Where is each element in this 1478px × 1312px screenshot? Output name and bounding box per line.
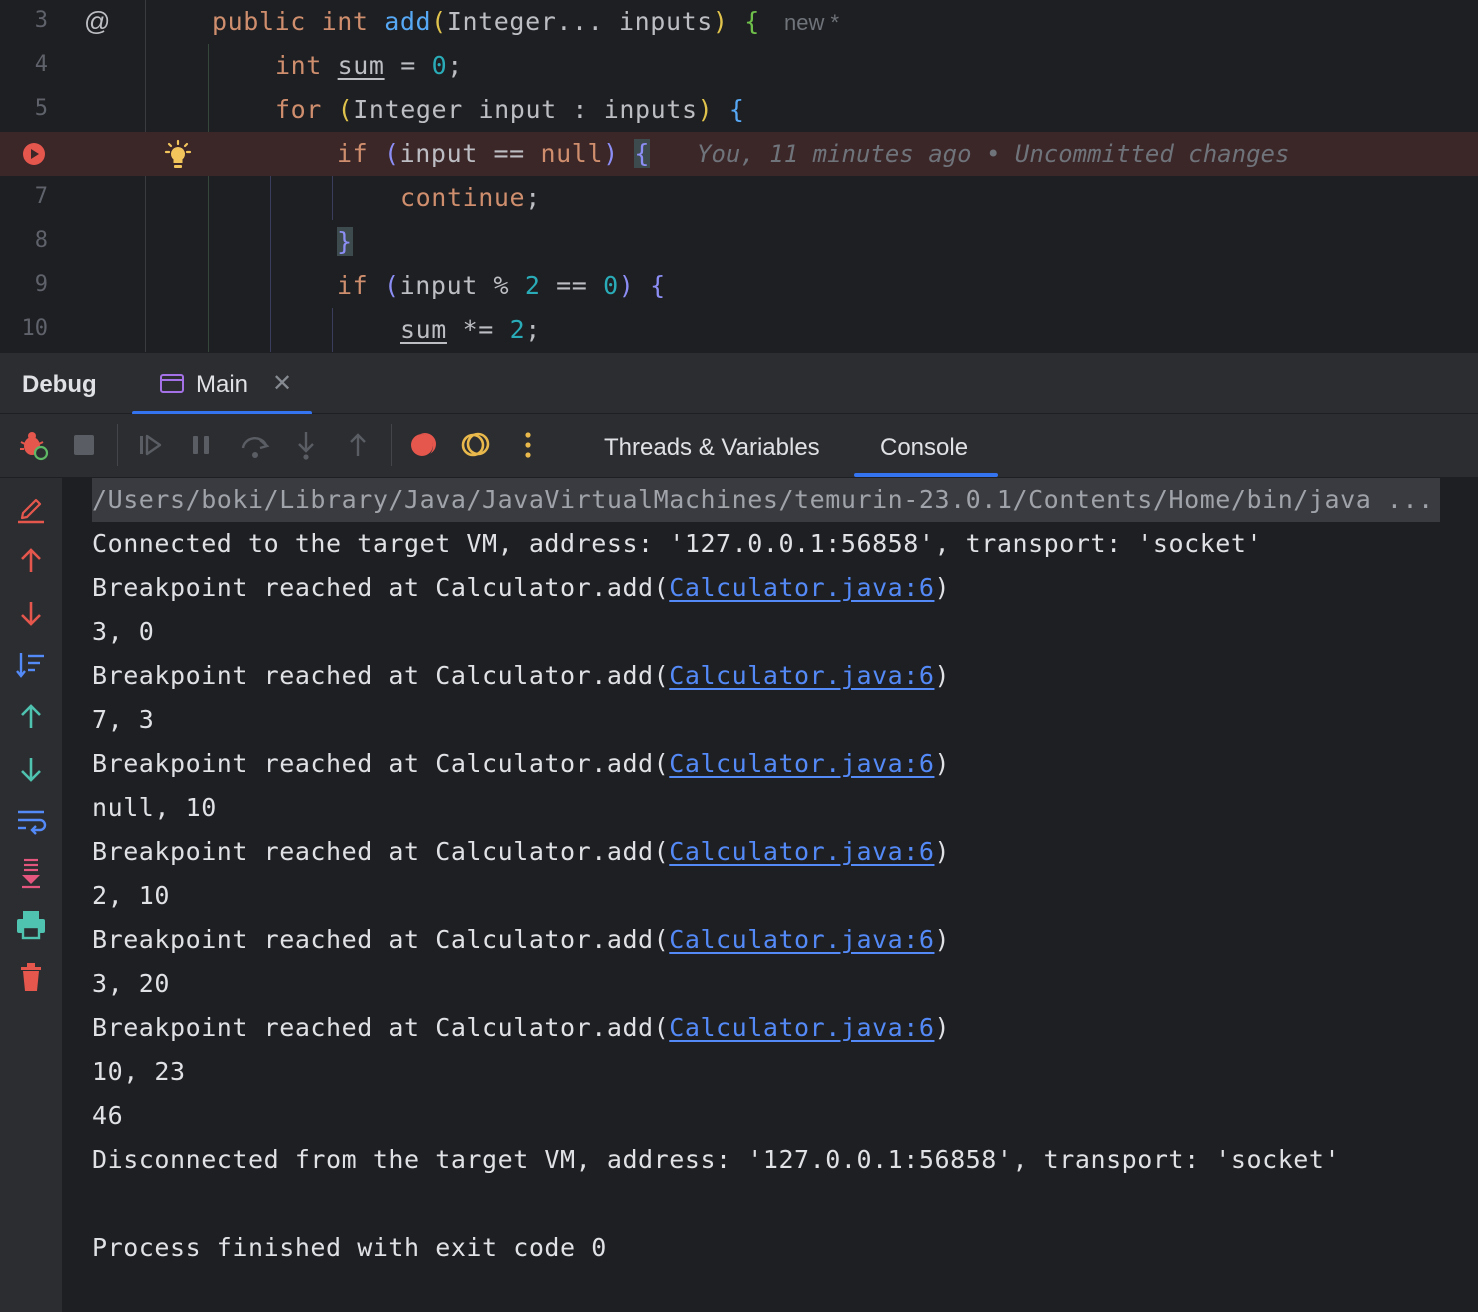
code-line[interactable]: 7 continue;	[0, 176, 1478, 220]
code-line[interactable]: 4 int sum = 0;	[0, 44, 1478, 88]
console-line: Breakpoint reached at Calculator.add(Cal…	[92, 573, 951, 602]
step-into-icon[interactable]	[289, 428, 323, 462]
console-line: 46	[92, 1101, 124, 1130]
line-number: 3	[34, 8, 48, 33]
sort-icon[interactable]	[14, 648, 48, 682]
code-text: if (input == null) {	[337, 139, 651, 168]
soft-wrap-icon[interactable]	[14, 804, 48, 838]
lightbulb-icon[interactable]	[163, 139, 193, 171]
arrow-down-icon[interactable]	[14, 596, 48, 630]
line-number: 4	[34, 52, 48, 77]
console-line: Connected to the target VM, address: '12…	[92, 529, 1263, 558]
tab-console[interactable]: Console	[880, 434, 968, 462]
line-number: 8	[34, 228, 48, 253]
tab-threads-variables[interactable]: Threads & Variables	[604, 434, 820, 462]
code-line[interactable]: 8 }	[0, 220, 1478, 264]
console-line: Breakpoint reached at Calculator.add(Cal…	[92, 1013, 951, 1042]
toolbar-separator	[391, 424, 392, 466]
console-output[interactable]: /Users/boki/Library/Java/JavaVirtualMach…	[62, 478, 1478, 1312]
code-editor[interactable]: 3 @ public int add(Integer... inputs) { …	[0, 0, 1478, 352]
rerun-debug-icon[interactable]	[16, 428, 50, 462]
clear-all-icon[interactable]	[14, 492, 48, 526]
arrow-up-icon[interactable]	[14, 544, 48, 578]
source-link[interactable]: Calculator.java:6	[669, 1013, 934, 1042]
source-link[interactable]: Calculator.java:6	[669, 837, 934, 866]
source-link[interactable]: Calculator.java:6	[669, 573, 934, 602]
debug-tool-window-header: Debug Main ✕	[0, 352, 1478, 415]
code-text: if (input % 2 == 0) {	[337, 271, 666, 300]
console-line: null, 10	[92, 793, 217, 822]
console-line: 2, 10	[92, 881, 171, 910]
author-hint[interactable]: new *	[784, 10, 839, 36]
pause-icon[interactable]	[184, 428, 218, 462]
console-command-line[interactable]: /Users/boki/Library/Java/JavaVirtualMach…	[92, 478, 1440, 522]
trash-icon[interactable]	[14, 960, 48, 994]
view-breakpoints-icon[interactable]	[407, 428, 441, 462]
breakpoint-icon[interactable]	[23, 143, 45, 165]
console-side-toolbar	[0, 478, 62, 1312]
console-line: 7, 3	[92, 705, 155, 734]
console-line: Process finished with exit code 0	[92, 1233, 607, 1262]
debug-title: Debug	[22, 371, 97, 398]
console-line: Breakpoint reached at Calculator.add(Cal…	[92, 661, 951, 690]
source-link[interactable]: Calculator.java:6	[669, 661, 934, 690]
code-line[interactable]: 3 @ public int add(Integer... inputs) { …	[0, 0, 1478, 44]
close-icon[interactable]: ✕	[272, 369, 292, 398]
mute-breakpoints-icon[interactable]	[459, 428, 493, 462]
code-line[interactable]: 9 if (input % 2 == 0) {	[0, 264, 1478, 308]
code-line[interactable]: 5 for (Integer input : inputs) {	[0, 88, 1478, 132]
console-line: 3, 20	[92, 969, 171, 998]
console-line: 3, 0	[92, 617, 155, 646]
print-icon[interactable]	[14, 908, 48, 942]
debug-toolbar: Threads & Variables Console	[0, 414, 1478, 478]
toolbar-separator	[117, 424, 118, 466]
run-config-tab-label: Main	[196, 371, 249, 398]
code-line[interactable]: 10 sum *= 2;	[0, 308, 1478, 352]
step-out-icon[interactable]	[341, 428, 375, 462]
console-line: Breakpoint reached at Calculator.add(Cal…	[92, 837, 951, 866]
run-config-tab-main[interactable]: Main ✕	[132, 353, 312, 415]
console-line: Breakpoint reached at Calculator.add(Cal…	[92, 925, 951, 954]
resume-icon[interactable]	[133, 428, 167, 462]
code-text: public int add(Integer... inputs) {	[212, 7, 760, 36]
console-line: 10, 23	[92, 1057, 186, 1086]
line-number: 9	[34, 272, 48, 297]
scroll-to-end-icon[interactable]	[14, 856, 48, 890]
more-icon[interactable]	[511, 428, 545, 462]
step-over-icon[interactable]	[238, 428, 272, 462]
console-line: Disconnected from the target VM, address…	[92, 1145, 1341, 1174]
code-text: int sum = 0;	[275, 51, 463, 80]
scroll-down-icon[interactable]	[14, 752, 48, 786]
scroll-up-icon[interactable]	[14, 700, 48, 734]
stop-icon[interactable]	[67, 428, 101, 462]
code-text: }	[337, 227, 353, 256]
line-number: 5	[34, 96, 48, 121]
code-line-breakpoint[interactable]: if (input == null) { You, 11 minutes ago…	[0, 132, 1478, 176]
source-link[interactable]: Calculator.java:6	[669, 749, 934, 778]
override-annotation-marker[interactable]: @	[84, 6, 110, 37]
line-number: 10	[21, 316, 49, 341]
code-text: continue;	[400, 183, 541, 212]
code-text: sum *= 2;	[400, 315, 541, 344]
line-number: 7	[34, 184, 48, 209]
active-tab-indicator	[854, 473, 998, 477]
code-text: for (Integer input : inputs) {	[275, 95, 745, 124]
git-blame-annotation[interactable]: You, 11 minutes ago • Uncommitted change…	[697, 140, 1289, 168]
application-icon	[160, 374, 184, 393]
source-link[interactable]: Calculator.java:6	[669, 925, 934, 954]
console-line: Breakpoint reached at Calculator.add(Cal…	[92, 749, 951, 778]
